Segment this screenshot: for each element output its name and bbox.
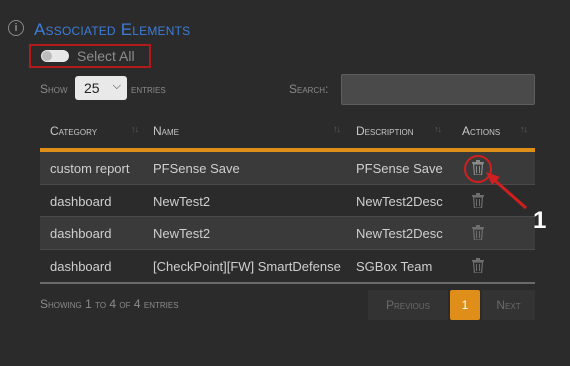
column-header-description[interactable]: Description xyxy=(356,124,414,138)
cell-category: dashboard xyxy=(50,226,112,241)
page-1-button[interactable]: 1 xyxy=(450,290,480,320)
entries-label: entries xyxy=(131,82,166,96)
table-bottom-border xyxy=(40,282,535,284)
table-row: dashboard NewTest2 NewTest2Desc xyxy=(40,185,535,217)
cell-description: NewTest2Desc xyxy=(356,194,443,209)
cell-description: PFSense Save xyxy=(356,161,443,176)
sort-icon[interactable]: ↑↓ xyxy=(131,124,139,134)
table-row: custom report PFSense Save PFSense Save xyxy=(40,152,535,184)
show-label: Show xyxy=(40,82,68,96)
annotation-number: 1 xyxy=(533,207,547,234)
cell-name: NewTest2 xyxy=(153,194,211,209)
search-input[interactable] xyxy=(341,74,535,105)
column-header-category[interactable]: Category xyxy=(50,124,97,138)
sort-icon[interactable]: ↑↓ xyxy=(333,124,341,134)
cell-category: custom report xyxy=(50,161,130,176)
entries-per-page-select[interactable]: 25 ⌵ xyxy=(75,76,127,100)
cell-category: dashboard xyxy=(50,259,112,274)
select-all-label[interactable]: Select All xyxy=(77,48,135,64)
annotation-arrow-icon xyxy=(486,172,527,210)
select-all-toggle[interactable] xyxy=(41,50,69,62)
sort-icon[interactable]: ↑↓ xyxy=(520,124,528,134)
sort-icon[interactable]: ↑↓ xyxy=(434,124,442,134)
column-header-actions: Actions xyxy=(462,124,501,138)
trash-icon[interactable] xyxy=(472,225,484,240)
cell-name: NewTest2 xyxy=(153,226,211,241)
select-all-highlight: Select All xyxy=(29,44,151,68)
cell-description: NewTest2Desc xyxy=(356,226,443,241)
cell-category: dashboard xyxy=(50,194,112,209)
section-title: Associated Elements xyxy=(34,20,191,39)
entries-value: 25 xyxy=(84,80,100,96)
table-header: Category ↑↓ Name ↑↓ Description ↑↓ Actio… xyxy=(40,114,535,148)
chevron-down-icon: ⌵ xyxy=(112,80,121,92)
table-info: Showing 1 to 4 of 4 entries xyxy=(40,297,179,311)
info-icon[interactable]: i xyxy=(8,20,24,36)
table-row: dashboard [CheckPoint][FW] SmartDefense … xyxy=(40,250,535,282)
previous-button[interactable]: Previous xyxy=(368,290,448,320)
next-button[interactable]: Next xyxy=(482,290,535,320)
cell-name: [CheckPoint][FW] SmartDefense xyxy=(153,259,341,274)
table-row: dashboard NewTest2 NewTest2Desc xyxy=(40,217,535,249)
column-header-name[interactable]: Name xyxy=(153,124,179,138)
trash-icon[interactable] xyxy=(472,258,484,273)
search-label: Search: xyxy=(289,82,329,96)
cell-name: PFSense Save xyxy=(153,161,240,176)
cell-description: SGBox Team xyxy=(356,259,433,274)
